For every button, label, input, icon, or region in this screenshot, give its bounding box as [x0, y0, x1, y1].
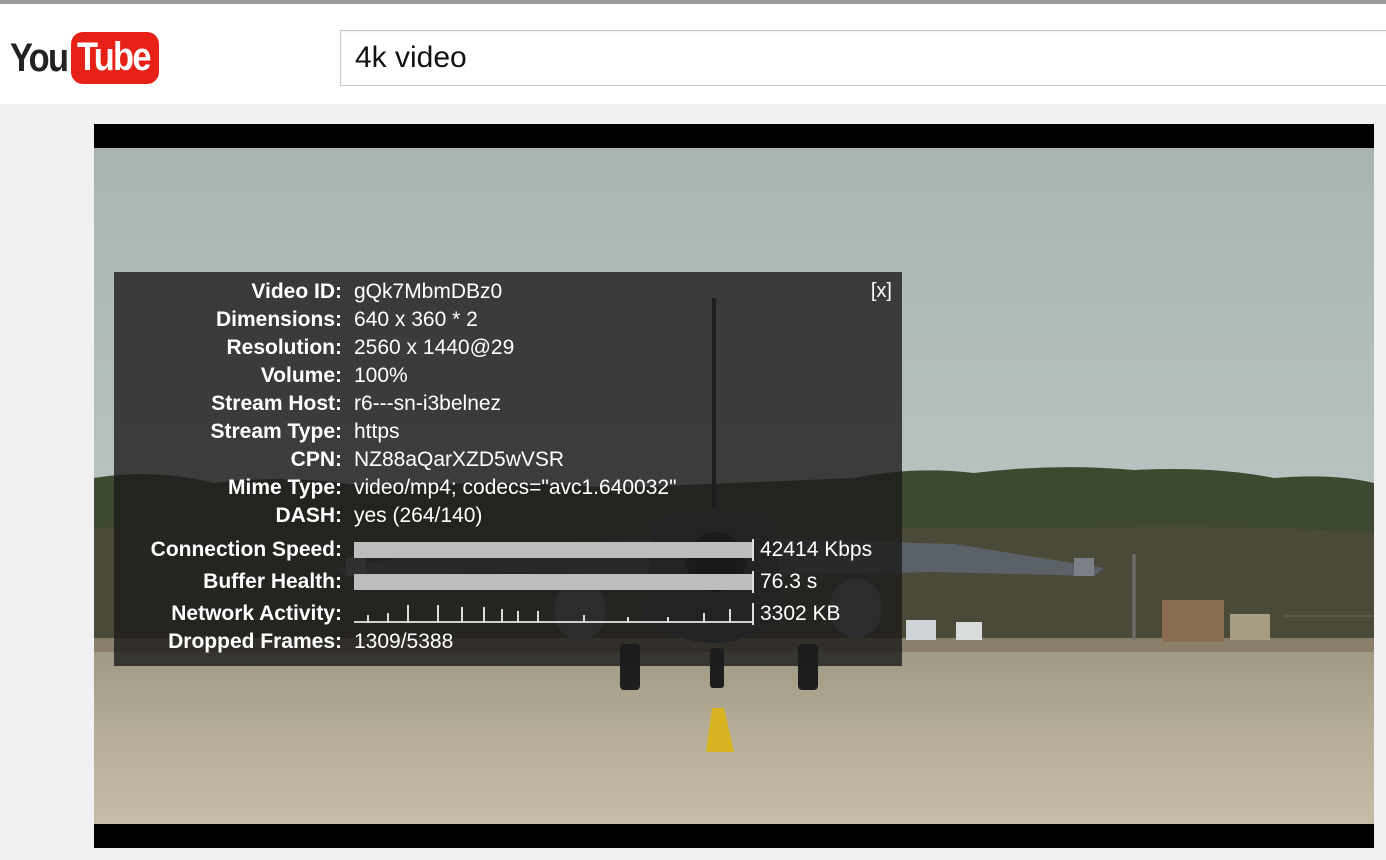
stat-label: Dimensions: — [215, 308, 342, 331]
stat-value: NZ88aQarXZD5wVSR — [354, 448, 565, 471]
stat-value: r6---sn-i3belnez — [354, 392, 502, 415]
stat-label: Stream Host: — [211, 392, 342, 415]
stat-value: 3302 KB — [760, 602, 841, 625]
stat-value: 640 x 360 * 2 — [354, 308, 478, 331]
stat-row-resolution: Resolution: 2560 x 1440@29 — [114, 334, 515, 362]
stat-value: 42414 Kbps — [760, 538, 873, 561]
stat-row-cpn: CPN: NZ88aQarXZD5wVSR — [114, 446, 564, 474]
stat-row-dropped-frames: Dropped Frames: 1309/5388 — [114, 628, 453, 656]
video-player[interactable]: [x] Video ID: gQk7MbmDBz0 Dimensions: 64… — [94, 124, 1374, 848]
stat-row-network-activity: Network Activity: 3302 KB — [114, 600, 841, 628]
buffer-health-bar — [354, 571, 754, 593]
stats-close-button[interactable]: [x] — [871, 280, 892, 303]
stat-label: DASH: — [275, 504, 343, 527]
stat-row-mime-type: Mime Type: video/mp4; codecs="avc1.64003… — [114, 474, 677, 502]
stat-row-video-id: Video ID: gQk7MbmDBz0 — [114, 278, 502, 306]
stat-label: Stream Type: — [210, 420, 343, 443]
stat-label: Video ID: — [251, 280, 342, 303]
network-activity-bar — [354, 603, 754, 625]
stat-label: CPN: — [290, 448, 342, 471]
stat-label: Connection Speed: — [150, 538, 342, 561]
network-activity-spikes — [367, 605, 731, 623]
stats-for-nerds-panel: [x] Video ID: gQk7MbmDBz0 Dimensions: 64… — [114, 272, 902, 666]
stat-value: 2560 x 1440@29 — [354, 336, 515, 359]
stat-row-stream-type: Stream Type: https — [114, 418, 400, 446]
connection-speed-bar — [354, 539, 754, 561]
stat-value: https — [354, 420, 400, 443]
stat-row-stream-host: Stream Host: r6---sn-i3belnez — [114, 390, 501, 418]
buffer-health-bar-fill — [354, 574, 752, 590]
stat-value: 1309/5388 — [354, 630, 454, 653]
stat-label: Network Activity: — [171, 602, 342, 625]
stat-row-buffer-health: Buffer Health: 76.3 s — [114, 568, 817, 596]
stat-label: Dropped Frames: — [168, 630, 342, 653]
logo-tube-text: Tube — [76, 35, 151, 79]
stat-value: video/mp4; codecs="avc1.640032" — [354, 476, 677, 499]
stat-row-connection-speed: Connection Speed: 42414 Kbps — [114, 536, 872, 564]
logo-you-text: You — [10, 35, 69, 80]
youtube-logo[interactable]: You Tube — [10, 28, 160, 88]
stat-value: yes (264/140) — [354, 504, 483, 527]
stat-row-volume: Volume: 100% — [114, 362, 408, 390]
stat-row-dash: DASH: yes (264/140) — [114, 502, 483, 530]
stat-label: Volume: — [260, 364, 342, 387]
stat-value: 100% — [354, 364, 408, 387]
connection-speed-bar-fill — [354, 542, 752, 558]
stat-label: Resolution: — [226, 336, 343, 359]
stat-value: gQk7MbmDBz0 — [354, 280, 503, 303]
masthead: You Tube — [0, 4, 1386, 104]
stat-row-dimensions: Dimensions: 640 x 360 * 2 — [114, 306, 478, 334]
stat-label: Buffer Health: — [203, 570, 342, 593]
stat-value: 76.3 s — [760, 570, 818, 593]
search-input[interactable] — [340, 30, 1386, 86]
logo-tube-badge: Tube — [70, 32, 160, 84]
stat-label: Mime Type: — [228, 476, 342, 499]
